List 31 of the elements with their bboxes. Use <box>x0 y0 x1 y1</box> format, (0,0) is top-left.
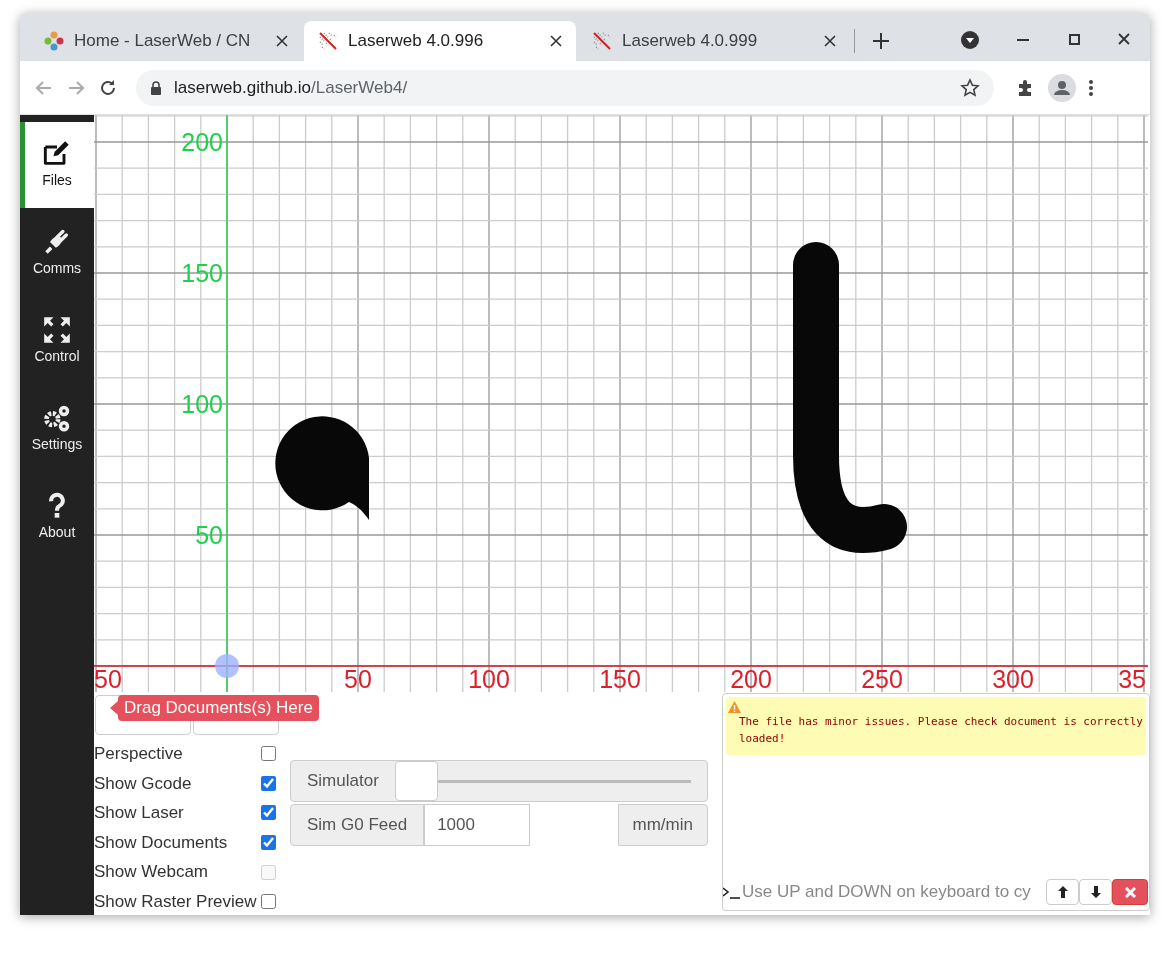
url-text: laserweb.github.io/LaserWeb4/ <box>174 76 408 99</box>
feed-label: Sim G0 Feed <box>290 804 425 846</box>
message-text: The file has minor issues. Please check document is correctly loaded! <box>738 714 1144 747</box>
sidebar-label: Control <box>34 346 80 366</box>
tab-title: Home - LaserWeb / CN <box>74 30 252 53</box>
tab-title: Laserweb 4.0.999 <box>622 30 759 53</box>
unit-label: mm/min <box>617 804 708 846</box>
option-label: Show Documents <box>94 831 229 854</box>
axis-label: 35 <box>1118 665 1146 692</box>
axis-label: 100 <box>181 390 223 418</box>
option-label: Perspective <box>94 743 184 766</box>
sidebar-label: Files <box>42 170 72 190</box>
option-label: Show Laser <box>94 802 185 825</box>
simulator-label: Simulator <box>306 770 380 792</box>
axis-label: 100 <box>468 665 510 692</box>
axis-label: 50 <box>94 665 122 692</box>
axis-label: 150 <box>181 259 223 287</box>
option-label: Show Webcam <box>94 861 209 884</box>
sidebar-label: About <box>38 522 76 542</box>
axis-label: 300 <box>992 665 1034 692</box>
sidebar-label: Settings <box>31 434 83 454</box>
option-label: Show Gcode <box>94 772 193 795</box>
axis-label: 200 <box>730 665 772 692</box>
axis-label: 200 <box>181 128 223 156</box>
axis-label: 50 <box>344 665 372 692</box>
tab-title: Laserweb 4.0.996 <box>348 30 485 53</box>
axis-label: 250 <box>861 665 903 692</box>
option-label: Show Raster Preview <box>94 891 258 913</box>
axis-label: 50 <box>195 521 223 549</box>
axis-label: 150 <box>599 665 641 692</box>
sidebar-label: Comms <box>32 258 82 278</box>
